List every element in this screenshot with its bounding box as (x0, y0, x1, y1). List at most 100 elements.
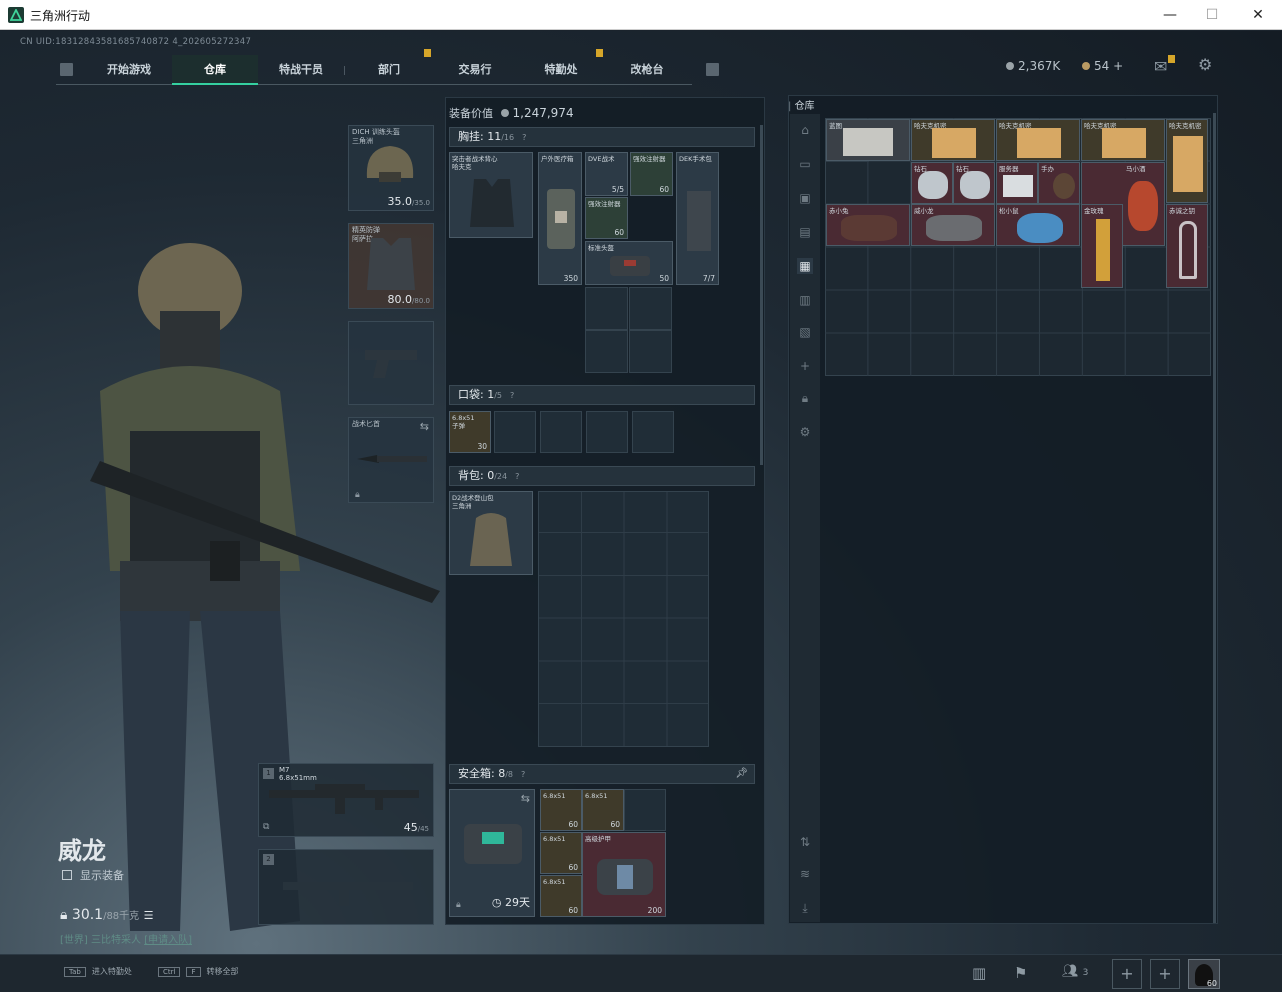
stash-item-figure[interactable]: 手办 (1038, 162, 1080, 204)
swap-icon[interactable]: ⇆ (420, 420, 429, 433)
stash-item-diamond[interactable]: 钻石 (953, 162, 995, 204)
mail-icon[interactable]: ✉ (1154, 57, 1167, 76)
weight-max: /88千克 (103, 911, 140, 922)
stash-item-diamond[interactable]: 钻石 (911, 162, 953, 204)
chest-item[interactable]: 强效注射器 60 (630, 152, 673, 196)
tab-trade[interactable]: 交易行 (432, 55, 518, 85)
stash-item-intel[interactable]: 哈夫克机密 (911, 119, 995, 161)
chest-item[interactable]: 户外医疗箱 350 (538, 152, 582, 285)
stash-item-server[interactable]: 服务器 (996, 162, 1038, 204)
empty-slot[interactable] (585, 330, 628, 373)
ticket-balance[interactable]: 54 + (1082, 59, 1123, 73)
stash-item-rose[interactable]: 金玫瑰 (1081, 204, 1123, 288)
enter-special-ops-hint[interactable]: Tab 进入特勤处 (64, 966, 132, 977)
help-icon[interactable]: ? (515, 468, 519, 486)
swap-icon[interactable]: ⇆ (521, 792, 530, 805)
lock-page-icon[interactable]: 🔒︎ (797, 390, 813, 406)
stash-item-blueprint[interactable]: 蓝图 (826, 119, 910, 161)
primary-weapon-slot[interactable]: 1 M7 6.8x51mm ⧉ 45/45 (258, 763, 434, 837)
add-page-icon[interactable]: + (797, 358, 813, 374)
sort-icon[interactable]: ⇅ (797, 834, 813, 850)
stash-item-intel[interactable]: 哈夫克机密 (996, 119, 1080, 161)
uid-label: CN UID:18312843581685740872 4_2026052723… (20, 37, 252, 47)
weapons-filter-icon[interactable]: ▭ (797, 156, 813, 172)
safebox-case[interactable]: ⇆ 🔒︎ ◷ 29天 (449, 789, 535, 917)
chest-item[interactable]: DEK手术包 7/7 (676, 152, 719, 285)
layers-icon[interactable]: ≋ (797, 866, 813, 882)
backpack-item[interactable]: D2战术登山包 三角洲 (449, 491, 533, 575)
tab-operators[interactable]: 特战干员 (258, 55, 344, 85)
loadout-scrollbar[interactable] (760, 125, 763, 465)
apply-join-link[interactable]: [申请入队] (144, 935, 192, 946)
tab-start-game[interactable]: 开始游戏 (86, 55, 172, 85)
empty-slot[interactable] (586, 411, 628, 453)
keys-filter-icon[interactable]: ▧ (797, 324, 813, 340)
melee-slot[interactable]: 战术匕首 ⇆ 🔒︎ (348, 417, 434, 503)
settings-gear-icon[interactable]: ⚙ (1198, 55, 1212, 74)
stash-item-intel[interactable]: 哈夫克机密 (1166, 119, 1208, 203)
empty-slot[interactable] (632, 411, 674, 453)
tab-warehouse[interactable]: 仓库 (172, 55, 258, 85)
stash-scrollbar[interactable] (1213, 113, 1216, 923)
secondary-weapon-slot[interactable]: 2 (258, 849, 434, 925)
tab-special-ops[interactable]: 特勤处 (518, 55, 604, 85)
armor-slot[interactable]: 精英防弹 阿萨拉 80.0/80.0 (348, 223, 434, 309)
empty-slot[interactable] (629, 330, 672, 373)
consumables-filter-icon[interactable]: ▥ (797, 292, 813, 308)
safebox-item[interactable]: 6.8x51 60 (582, 789, 624, 831)
stash-item-intel[interactable]: 哈夫克机密 (1081, 119, 1165, 161)
helmet-slot[interactable]: DICH 训练头盔 三角洲 35.0/35.0 (348, 125, 434, 211)
invite-slot-button[interactable]: + (1112, 959, 1142, 989)
empty-slot[interactable] (629, 287, 672, 330)
chest-rig-item[interactable]: 突击者战术背心 哈夫克 (449, 152, 533, 238)
add-ticket-icon[interactable]: + (1113, 59, 1123, 73)
arrange-icon[interactable]: ⤓ (797, 900, 813, 916)
stash-item-rabbit[interactable]: 赤小兔 (826, 204, 910, 246)
armor-filter-icon[interactable]: ▣ (797, 190, 813, 206)
friends-button[interactable]: 👥︎ 3 (1062, 964, 1088, 979)
safebox-item[interactable]: 高级护甲 200 (582, 832, 666, 917)
tab-department[interactable]: 部门 (346, 55, 432, 85)
game-viewport: CN UID:18312843581685740872 4_2026052723… (0, 31, 1282, 992)
list-icon[interactable]: ☰ (144, 909, 154, 922)
backpack-grid[interactable] (538, 491, 709, 747)
stash-item-squirrel[interactable]: 松小鼠 (996, 204, 1080, 246)
rabbit-figure-icon (841, 215, 897, 241)
minimize-button[interactable]: — (1150, 4, 1190, 26)
safebox-item[interactable]: 6.8x51 60 (540, 789, 582, 831)
empty-slot[interactable] (540, 411, 582, 453)
invite-slot-button[interactable]: + (1150, 959, 1180, 989)
ammo-filter-icon[interactable]: ▤ (797, 224, 813, 240)
help-icon[interactable]: ? (522, 129, 526, 147)
checkbox-icon[interactable] (62, 870, 72, 880)
stash-settings-icon[interactable]: ⚙ (797, 424, 813, 440)
empty-slot[interactable] (624, 789, 666, 831)
empty-slot[interactable] (585, 287, 628, 330)
stats-icon[interactable]: ▥ (972, 964, 986, 982)
transfer-all-hint[interactable]: Ctrl F 转移全部 (158, 966, 239, 977)
all-items-icon[interactable]: ⌂ (797, 122, 813, 138)
player-avatar[interactable]: 60 (1188, 959, 1220, 989)
maximize-button[interactable]: ☐ (1192, 4, 1232, 26)
close-button[interactable]: ✕ (1238, 4, 1278, 26)
help-icon[interactable]: ? (510, 387, 514, 405)
collectibles-filter-icon[interactable]: ▦ (797, 258, 813, 274)
pocket-item[interactable]: 6.8x51 子弹 30 (449, 411, 491, 453)
show-equipment-toggle[interactable]: 显示装备 (62, 867, 124, 883)
flag-icon[interactable]: ⚑ (1014, 964, 1027, 982)
empty-slot[interactable] (494, 411, 536, 453)
tab-gunsmith[interactable]: 改枪台 (604, 55, 690, 85)
help-icon[interactable]: ? (521, 766, 525, 784)
chest-item[interactable]: 强效注射器 60 (585, 197, 628, 239)
chest-item[interactable]: DVE战术 5/5 (585, 152, 628, 196)
stash-item-key[interactable]: 赤诚之钥 (1166, 204, 1208, 288)
pistol-slot[interactable] (348, 321, 434, 405)
safebox-item[interactable]: 6.8x51 60 (540, 875, 582, 917)
safebox-item[interactable]: 6.8x51 60 (540, 832, 582, 874)
document-icon (1017, 128, 1061, 158)
chest-item[interactable]: 标准头盔 50 (585, 241, 673, 285)
nav-prev-icon[interactable] (60, 63, 73, 76)
nav-next-icon[interactable] (706, 63, 719, 76)
stash-item-dragon[interactable]: 威小龙 (911, 204, 995, 246)
pin-icon[interactable]: 📌︎ (735, 765, 748, 783)
